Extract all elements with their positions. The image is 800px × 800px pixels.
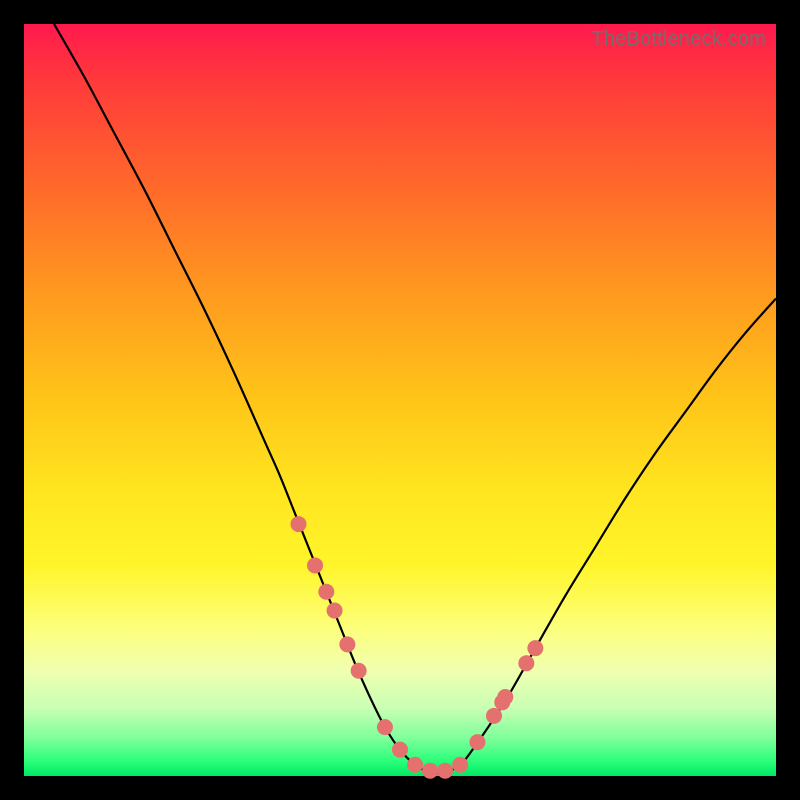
marker-dot [407, 757, 423, 773]
marker-dot [518, 655, 534, 671]
marker-dot [469, 734, 485, 750]
chart-area: TheBottleneck.com [24, 24, 776, 776]
marker-dot [392, 742, 408, 758]
marker-dot [351, 663, 367, 679]
marker-dot [377, 719, 393, 735]
marker-dot [290, 516, 306, 532]
marker-dot [497, 689, 513, 705]
marker-dot [339, 636, 355, 652]
marker-dot [327, 603, 343, 619]
marker-dot [307, 557, 323, 573]
marker-dot [527, 640, 543, 656]
marker-dot [318, 584, 334, 600]
marker-dot [486, 708, 502, 724]
highlight-markers [290, 516, 543, 779]
bottleneck-plot [24, 24, 776, 776]
marker-dot [422, 763, 438, 779]
bottleneck-curve [54, 24, 776, 773]
marker-dot [452, 757, 468, 773]
marker-dot [437, 763, 453, 779]
